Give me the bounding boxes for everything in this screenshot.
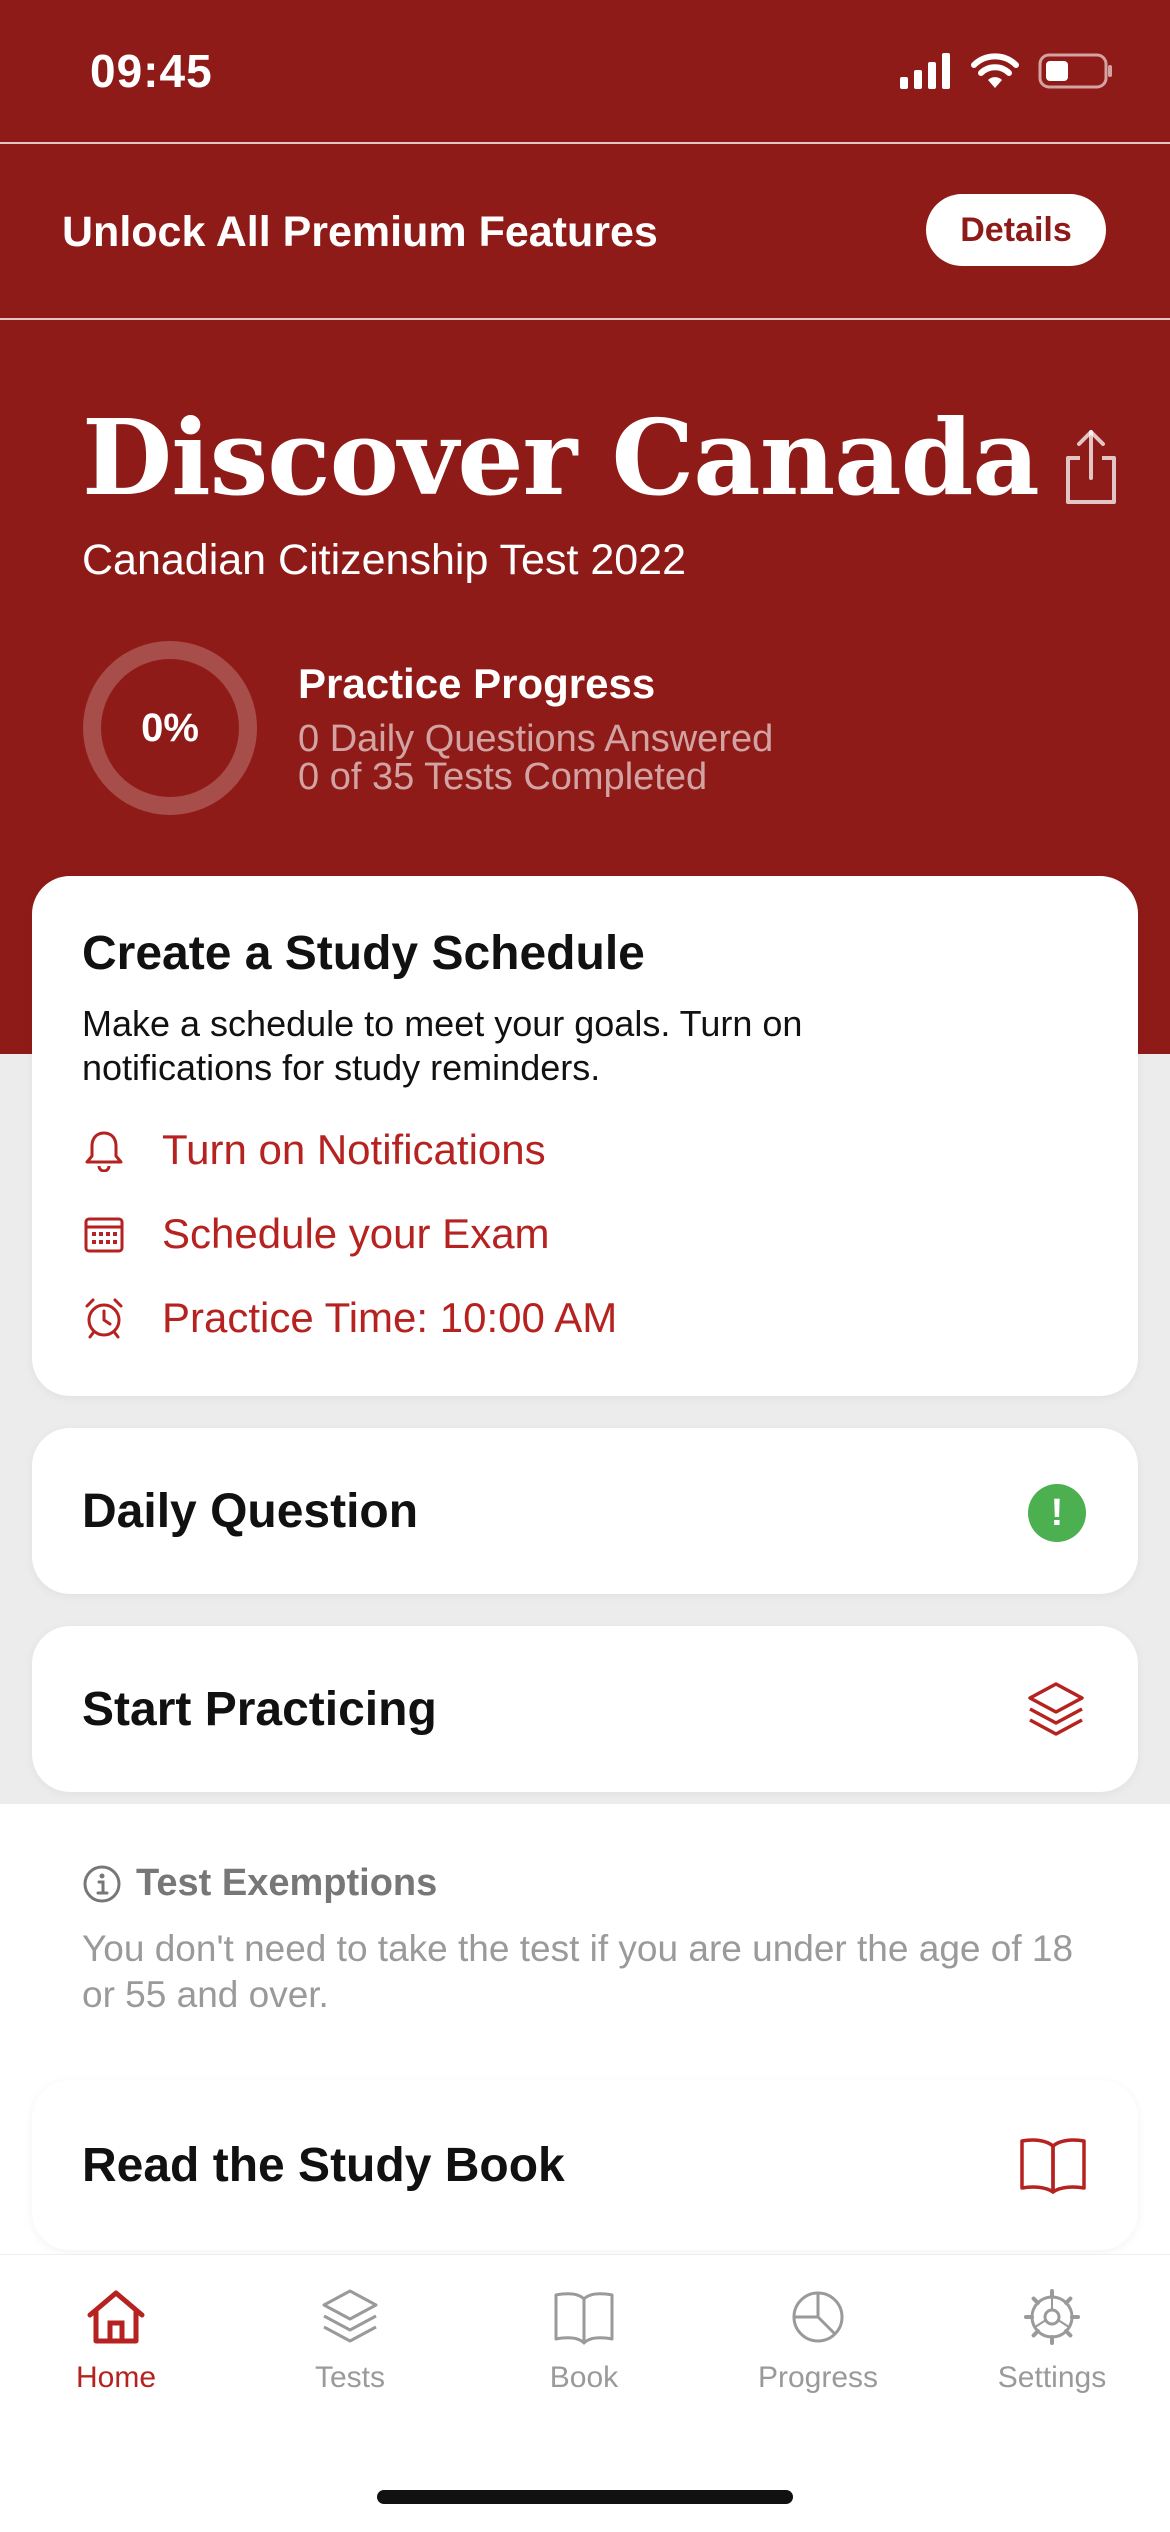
turn-on-notifications-label: Turn on Notifications — [162, 1126, 546, 1173]
gear-icon — [1024, 2289, 1080, 2345]
daily-question-label: Daily Question — [82, 1484, 419, 1538]
study-schedule-card: Create a Study Schedule Make a schedule … — [32, 876, 1138, 1396]
practice-time-label: Practice Time: 10:00 AM — [162, 1294, 618, 1341]
info-icon — [83, 1865, 121, 1902]
calendar-icon — [84, 1217, 124, 1253]
page-subtitle: Canadian Citizenship Test 2022 — [82, 536, 686, 584]
tab-tests[interactable]: Tests — [260, 2285, 440, 2395]
layers-icon — [1028, 1682, 1084, 1736]
tab-book[interactable]: Book — [494, 2285, 674, 2395]
page-title: Discover Canada — [82, 396, 1040, 519]
layers-icon — [322, 2289, 378, 2343]
status-icons — [900, 52, 1114, 90]
premium-banner-text: Unlock All Premium Features — [62, 208, 658, 256]
study-schedule-description: Make a schedule to meet your goals. Turn… — [82, 1003, 803, 1088]
daily-question-card[interactable]: Daily Question ! — [32, 1428, 1138, 1594]
schedule-exam-action[interactable]: Schedule your Exam — [82, 1210, 550, 1258]
battery-icon — [1038, 53, 1112, 89]
progress-percent: 0% — [141, 705, 199, 750]
wifi-icon — [971, 53, 1019, 88]
tab-progress-label: Progress — [757, 2361, 879, 2394]
alert-badge: ! — [1028, 1484, 1086, 1542]
start-practicing-label: Start Practicing — [82, 1682, 437, 1736]
book-icon — [1020, 2138, 1086, 2194]
bell-icon — [85, 1131, 123, 1172]
share-icon[interactable] — [1060, 428, 1122, 506]
status-time: 09:45 — [90, 45, 213, 97]
book-icon — [554, 2292, 614, 2345]
home-icon — [87, 2290, 145, 2344]
schedule-exam-label: Schedule your Exam — [162, 1210, 550, 1257]
test-exemptions-text: You don't need to take the test if you a… — [82, 1928, 1074, 2015]
tab-book-label: Book — [549, 2361, 619, 2394]
progress-title: Practice Progress — [298, 660, 656, 707]
tab-home[interactable]: Home — [26, 2285, 206, 2395]
start-practicing-card[interactable]: Start Practicing — [32, 1626, 1138, 1792]
practice-time-action[interactable]: Practice Time: 10:00 AM — [82, 1294, 617, 1342]
tab-home-label: Home — [75, 2361, 157, 2394]
signal-icon — [900, 53, 950, 89]
home-indicator — [377, 2490, 793, 2504]
tab-tests-label: Tests — [314, 2361, 386, 2394]
study-book-card[interactable]: Read the Study Book — [32, 2080, 1138, 2250]
study-book-label: Read the Study Book — [82, 2138, 565, 2192]
details-button[interactable]: Details — [926, 194, 1106, 266]
premium-banner: Unlock All Premium Features Details — [0, 142, 1170, 320]
status-bar: 09:45 — [0, 0, 1170, 142]
alarm-clock-icon — [85, 1298, 123, 1339]
study-schedule-title: Create a Study Schedule — [82, 927, 645, 980]
test-exemptions-title: Test Exemptions — [136, 1862, 438, 1904]
tab-settings[interactable]: Settings — [962, 2285, 1142, 2395]
tab-settings-label: Settings — [997, 2361, 1107, 2394]
pie-chart-icon — [792, 2291, 844, 2343]
tab-progress[interactable]: Progress — [728, 2285, 908, 2395]
tests-completed-stat: 0 of 35 Tests Completed — [298, 756, 708, 798]
turn-on-notifications-action[interactable]: Turn on Notifications — [82, 1126, 546, 1174]
daily-questions-stat: 0 Daily Questions Answered — [298, 718, 774, 760]
test-exemptions-header: Test Exemptions — [82, 1862, 437, 1905]
